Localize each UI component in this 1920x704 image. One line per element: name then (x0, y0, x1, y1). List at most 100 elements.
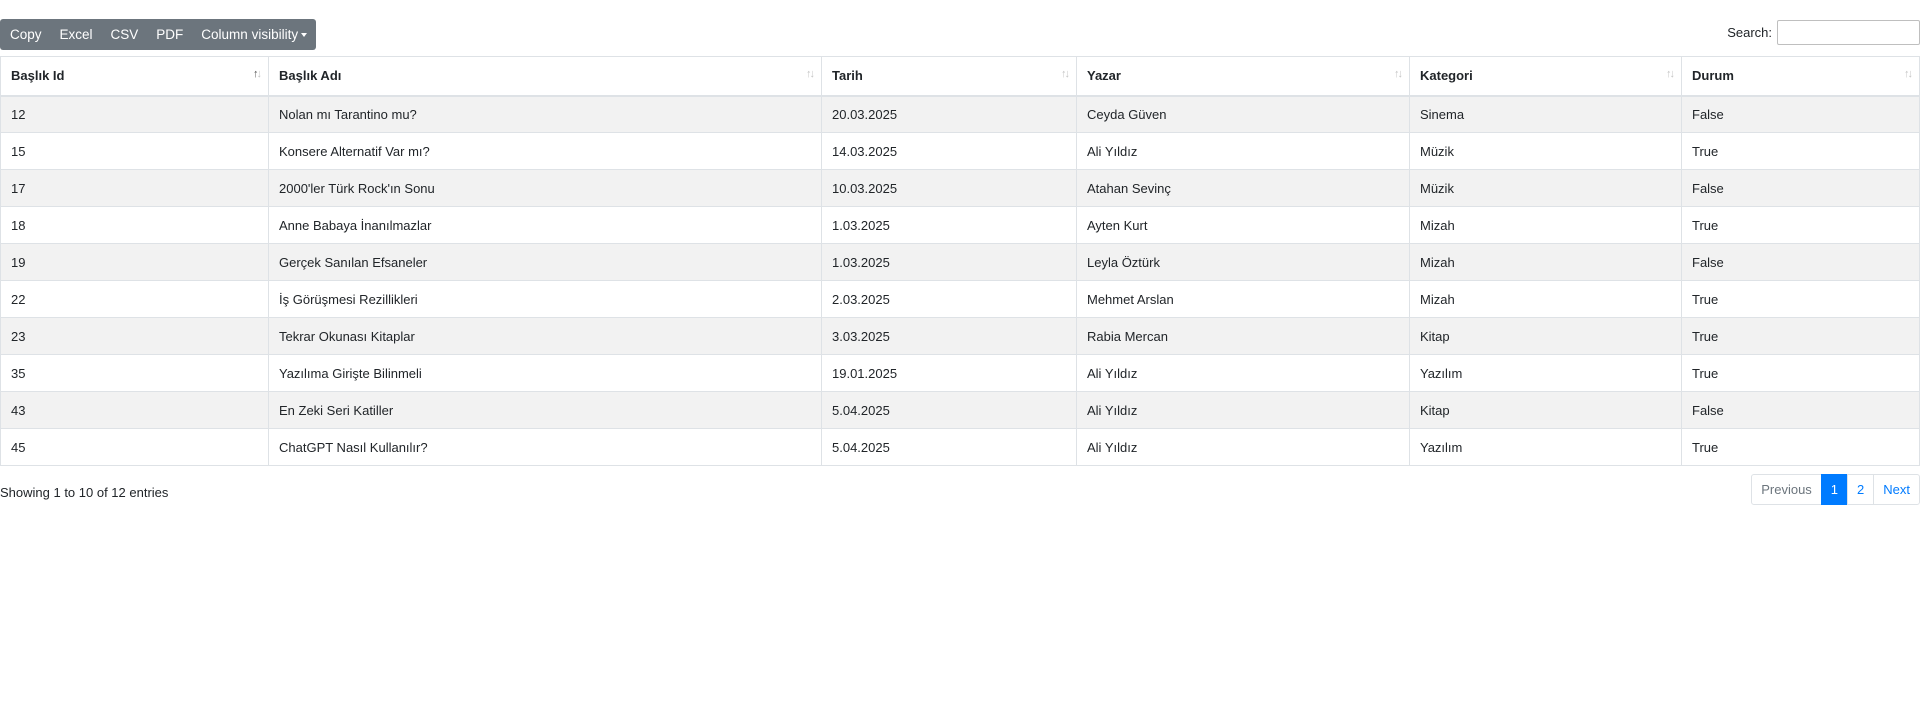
cell-yazar: Ali Yıldız (1076, 132, 1410, 170)
column-header-label: Tarih (832, 68, 863, 84)
cell-tarih: 2.03.2025 (821, 280, 1077, 318)
cell-tarih: 3.03.2025 (821, 317, 1077, 355)
column-header-durum[interactable]: Durum ↑↓ (1681, 56, 1920, 97)
column-header-label: Durum (1692, 68, 1734, 84)
sort-icon: ↑↓ (1061, 68, 1070, 80)
page-button-1[interactable]: 1 (1820, 474, 1849, 505)
cell-tarih: 20.03.2025 (821, 95, 1077, 133)
cell-baslik-id: 17 (0, 169, 269, 207)
cell-kategori: Mizah (1409, 206, 1682, 244)
table-header-row: Başlık Id ↑↓ Başlık Adı ↑↓ Tarih ↑↓ Yaza… (0, 56, 1920, 97)
cell-baslik-adi: En Zeki Seri Katiller (268, 391, 822, 429)
cell-durum: True (1681, 354, 1920, 392)
cell-yazar: Leyla Öztürk (1076, 243, 1410, 281)
cell-tarih: 1.03.2025 (821, 206, 1077, 244)
cell-kategori: Yazılım (1409, 428, 1682, 466)
cell-baslik-adi: Yazılıma Girişte Bilinmeli (268, 354, 822, 392)
cell-durum: False (1681, 169, 1920, 207)
cell-durum: False (1681, 243, 1920, 281)
column-header-label: Başlık Adı (279, 68, 342, 84)
page-button-2[interactable]: 2 (1847, 474, 1875, 505)
cell-kategori: Mizah (1409, 280, 1682, 318)
data-table: Başlık Id ↑↓ Başlık Adı ↑↓ Tarih ↑↓ Yaza… (0, 56, 1920, 466)
table-row: 45 ChatGPT Nasıl Kullanılır? 5.04.2025 Ali … (0, 428, 1920, 466)
cell-baslik-id: 15 (0, 132, 269, 170)
csv-button[interactable]: CSV (102, 19, 148, 50)
cell-durum: True (1681, 280, 1920, 318)
datatable-page: Copy Excel CSV PDF Column visibility Sea… (0, 0, 1920, 704)
cell-yazar: Mehmet Arslan (1076, 280, 1410, 318)
table-row: 22 İş Görüşmesi Rezillikleri 2.03.2025 Mehm… (0, 280, 1920, 318)
cell-kategori: Müzik (1409, 169, 1682, 207)
column-header-kategori[interactable]: Kategori ↑↓ (1409, 56, 1682, 97)
table-row: 35 Yazılıma Girişte Bilinmeli 19.01.2025 Al… (0, 354, 1920, 392)
search-label: Search: (1727, 24, 1772, 40)
sort-asc-icon: ↑↓ (253, 68, 262, 80)
cell-kategori: Müzik (1409, 132, 1682, 170)
column-header-label: Başlık Id (11, 68, 65, 84)
column-header-baslik-adi[interactable]: Başlık Adı ↑↓ (268, 56, 822, 97)
cell-baslik-id: 22 (0, 280, 269, 318)
cell-baslik-id: 43 (0, 391, 269, 429)
cell-durum: True (1681, 132, 1920, 170)
previous-page-button[interactable]: Previous (1751, 474, 1822, 505)
cell-baslik-adi: Anne Babaya İnanılmazlar (268, 206, 822, 244)
column-header-yazar[interactable]: Yazar ↑↓ (1076, 56, 1410, 97)
cell-tarih: 5.04.2025 (821, 428, 1077, 466)
pagination: Previous 1 2 Next (1751, 474, 1920, 505)
cell-baslik-adi: ChatGPT Nasıl Kullanılır? (268, 428, 822, 466)
caret-down-icon (301, 33, 308, 38)
table-body: 12 Nolan mı Tarantino mu? 20.03.2025 Ceyda … (0, 95, 1920, 466)
cell-yazar: Ayten Kurt (1076, 206, 1410, 244)
cell-baslik-id: 12 (0, 95, 269, 133)
pdf-button[interactable]: PDF (147, 19, 192, 50)
cell-baslik-id: 45 (0, 428, 269, 466)
column-header-baslik-id[interactable]: Başlık Id ↑↓ (0, 56, 269, 97)
sort-icon: ↑↓ (806, 68, 815, 80)
column-header-label: Yazar (1087, 68, 1121, 84)
column-header-tarih[interactable]: Tarih ↑↓ (821, 56, 1077, 97)
cell-kategori: Kitap (1409, 317, 1682, 355)
cell-tarih: 1.03.2025 (821, 243, 1077, 281)
cell-baslik-adi: 2000'ler Türk Rock'ın Sonu (268, 169, 822, 207)
cell-baslik-adi: Konsere Alternatif Var mı? (268, 132, 822, 170)
cell-baslik-adi: Tekrar Okunası Kitaplar (268, 317, 822, 355)
cell-durum: False (1681, 391, 1920, 429)
column-visibility-button[interactable]: Column visibility (192, 19, 316, 50)
cell-baslik-id: 19 (0, 243, 269, 281)
cell-kategori: Yazılım (1409, 354, 1682, 392)
sort-icon: ↑↓ (1394, 68, 1403, 80)
table-row: 19 Gerçek Sanılan Efsaneler 1.03.2025 Leyla… (0, 243, 1920, 281)
cell-baslik-id: 23 (0, 317, 269, 355)
search-input[interactable] (1777, 19, 1920, 45)
table-row: 17 2000'ler Türk Rock'ın Sonu 10.03.2025 At… (0, 169, 1920, 207)
column-visibility-label: Column visibility (201, 27, 299, 42)
cell-tarih: 10.03.2025 (821, 169, 1077, 207)
table-row: 12 Nolan mı Tarantino mu? 20.03.2025 Ceyda … (0, 95, 1920, 133)
excel-button[interactable]: Excel (51, 19, 102, 50)
cell-kategori: Mizah (1409, 243, 1682, 281)
cell-durum: False (1681, 95, 1920, 133)
column-header-label: Kategori (1420, 68, 1473, 84)
cell-yazar: Ceyda Güven (1076, 95, 1410, 133)
cell-tarih: 14.03.2025 (821, 132, 1077, 170)
copy-button[interactable]: Copy (0, 19, 51, 50)
cell-yazar: Ali Yıldız (1076, 354, 1410, 392)
cell-durum: True (1681, 206, 1920, 244)
cell-kategori: Sinema (1409, 95, 1682, 133)
export-button-group: Copy Excel CSV PDF Column visibility (0, 19, 317, 50)
cell-baslik-adi: Gerçek Sanılan Efsaneler (268, 243, 822, 281)
cell-baslik-adi: Nolan mı Tarantino mu? (268, 95, 822, 133)
table-row: 15 Konsere Alternatif Var mı? 14.03.2025 Al… (0, 132, 1920, 170)
cell-durum: True (1681, 317, 1920, 355)
cell-yazar: Rabia Mercan (1076, 317, 1410, 355)
cell-baslik-id: 18 (0, 206, 269, 244)
table-row: 23 Tekrar Okunası Kitaplar 3.03.2025 Rabia … (0, 317, 1920, 355)
cell-yazar: Ali Yıldız (1076, 391, 1410, 429)
cell-baslik-id: 35 (0, 354, 269, 392)
sort-icon: ↑↓ (1904, 68, 1913, 80)
table-row: 18 Anne Babaya İnanılmazlar 1.03.2025 Ayten… (0, 206, 1920, 244)
search-box: Search: (1727, 19, 1920, 45)
next-page-button[interactable]: Next (1873, 474, 1920, 505)
cell-kategori: Kitap (1409, 391, 1682, 429)
